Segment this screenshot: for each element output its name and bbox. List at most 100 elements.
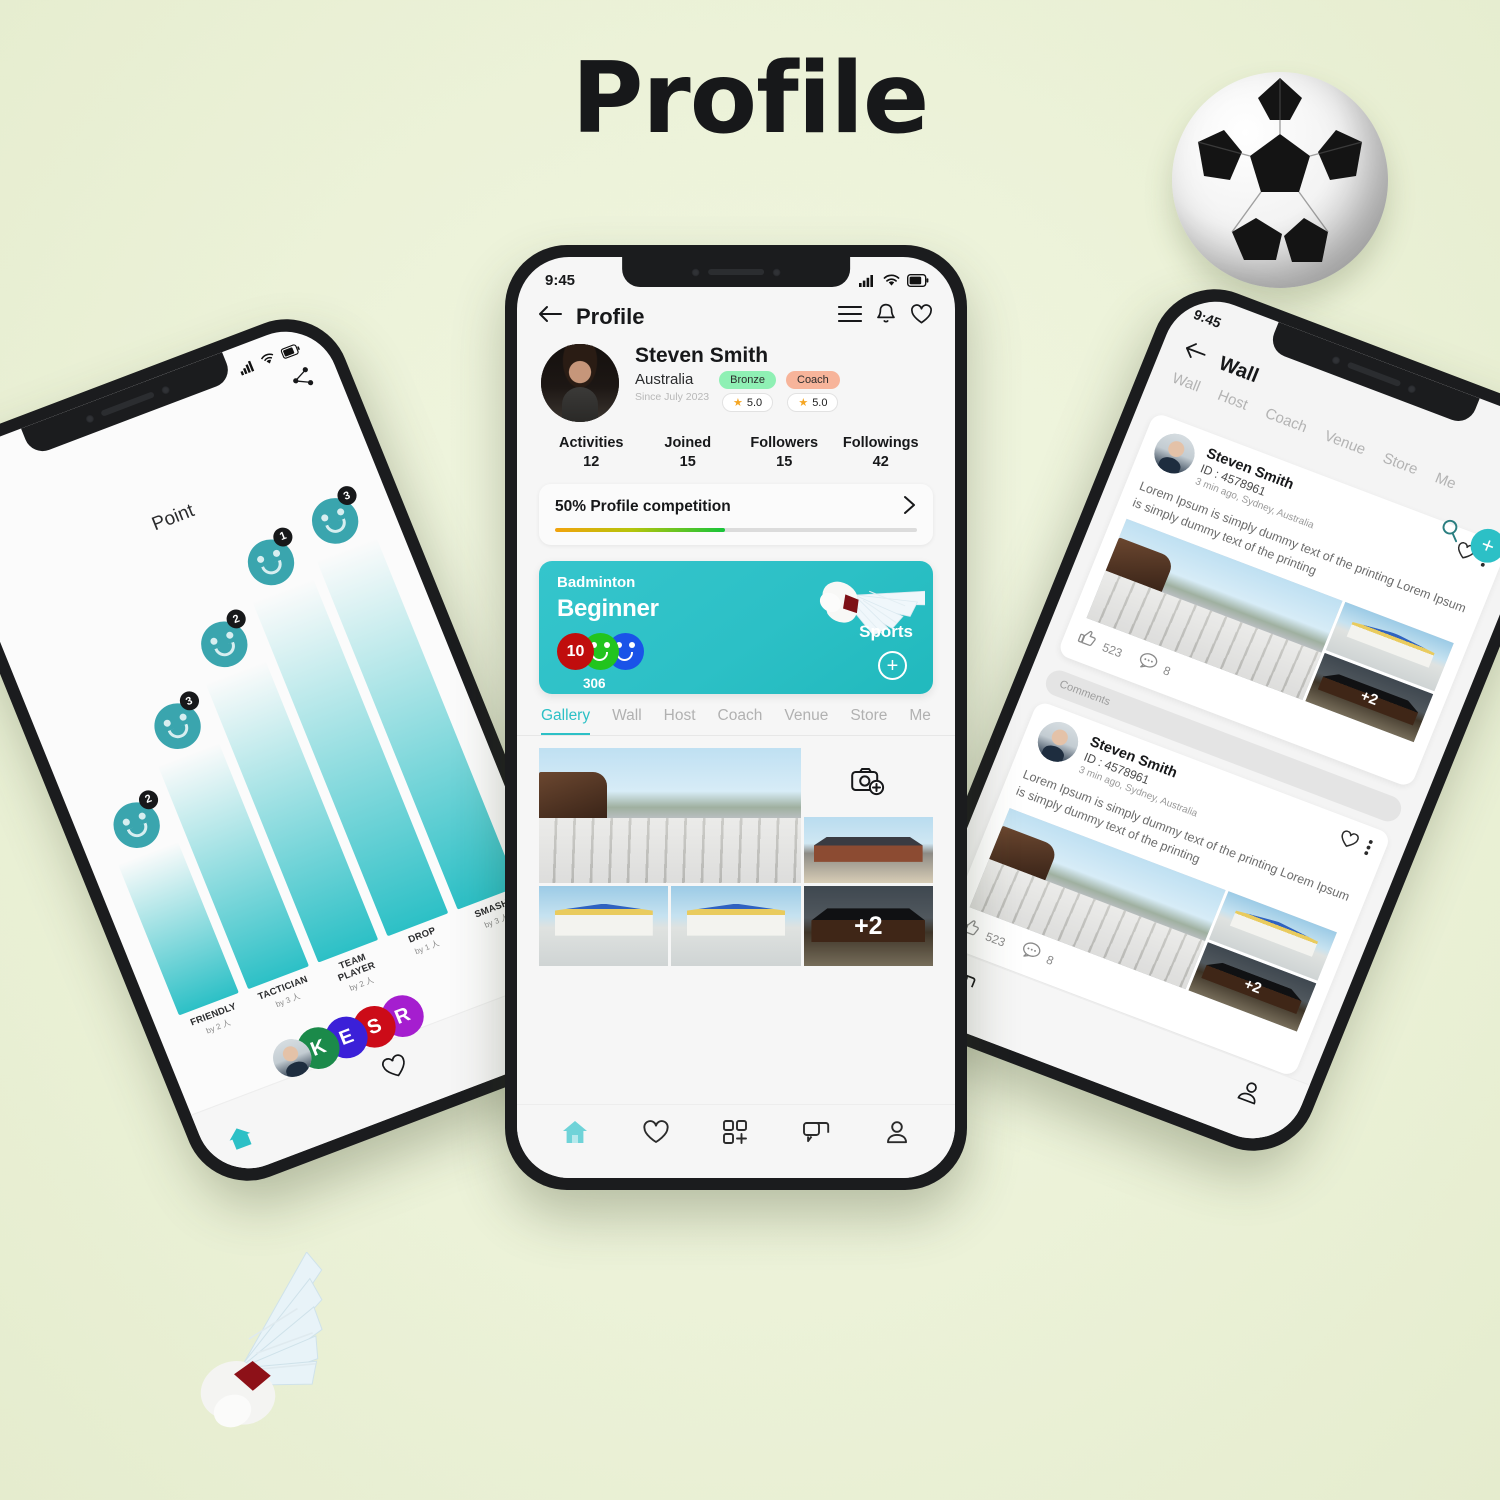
right-tab-me[interactable]: Me [1433,470,1459,493]
stat-item[interactable]: Activities 12 [543,435,640,470]
stat-label: Joined [664,435,712,451]
chart-value-label: 1 [270,524,296,549]
soccer-ball-decoration [1172,72,1388,288]
comment-count: 8 [1161,663,1173,679]
camera-icon [772,267,781,277]
progress-label: 50% Profile competition [555,498,731,515]
nav-heart-icon[interactable] [642,1119,670,1150]
profile-country: Australia [635,371,694,389]
right-tab-store[interactable]: Store [1380,450,1420,478]
person-icon[interactable] [1231,1076,1266,1112]
tab-host[interactable]: Host [664,707,696,735]
smiley-count-badge: 10 [557,633,594,670]
right-tab-coach[interactable]: Coach [1263,405,1310,436]
speaker-icon [708,269,764,275]
tab-store[interactable]: Store [850,707,887,735]
chart-value-label: 3 [334,483,360,508]
stat-value: 12 [583,454,600,470]
heart-icon[interactable] [378,1051,413,1087]
nav-grid-plus-icon[interactable] [722,1119,750,1150]
progress-header: 50% Profile competition [555,495,917,519]
gallery-photo-main[interactable] [539,748,801,883]
share-icon[interactable] [288,364,319,397]
coach-rating: ★ 5.0 [787,393,839,413]
phone-center-profile: 9:45 Profile Steven Smith Australia Sinc… [505,245,967,1190]
sports-label: Sports [859,622,913,641]
progress-fill [555,528,726,532]
bottom-navigation [517,1104,955,1178]
avatar[interactable] [1031,716,1085,768]
chart-smiley-icon: 1 [241,524,302,592]
avatar[interactable] [541,344,619,422]
progress-track [555,528,917,532]
appbar-icons [837,303,933,330]
gallery-more-photos[interactable]: +2 [803,886,933,966]
tab-me[interactable]: Me [909,707,931,735]
star-icon: ★ [798,397,809,410]
gallery-photo[interactable] [539,886,669,966]
photo-gallery: +2 [539,748,933,966]
add-sport-button[interactable]: + [878,651,907,680]
stat-item[interactable]: Followers 15 [736,435,833,470]
wifi-icon [883,273,900,286]
camera-add-icon [851,768,885,796]
stat-label: Followers [750,435,819,451]
bell-icon[interactable] [876,303,896,330]
stat-item[interactable]: Joined 15 [640,435,737,470]
coach-badge-group: Coach ★ 5.0 [786,371,840,413]
tab-wall[interactable]: Wall [612,707,642,735]
chart-value-label: 3 [176,688,202,714]
profile-name: Steven Smith [635,344,769,367]
chart-value-label: 2 [136,787,162,812]
comment-icon[interactable] [1018,939,1044,966]
status-badge-coach[interactable]: Coach [786,371,840,390]
nav-home-icon[interactable] [561,1119,589,1150]
tab-coach[interactable]: Coach [718,707,763,735]
right-tab-host[interactable]: Host [1215,387,1250,414]
stat-value: 15 [679,454,696,470]
battery-icon [907,273,929,287]
tab-gallery[interactable]: Gallery [541,707,591,735]
heart-icon[interactable] [910,303,933,330]
profile-tabs: Gallery Wall Host Coach Venue Store Me [517,694,955,736]
profile-stats: Activities 12 Joined 15 Followers 15 Following… [517,422,955,480]
camera-icon [691,267,700,277]
nav-person-icon[interactable] [883,1119,911,1150]
chevron-right-icon[interactable] [902,495,917,519]
status-time: 9:45 [545,271,576,289]
gallery-photo[interactable] [671,886,801,966]
notch [622,257,850,287]
sport-level-card[interactable]: Badminton Beginner 10 306 Sports + [539,561,933,694]
right-screen: 9:45 Wall Wall Host Coach Venue Store Me + St… [895,286,1500,1154]
status-icons [859,273,929,287]
chart-value-label: 2 [223,606,249,632]
profile-since: Since July 2023 [635,391,710,404]
bronze-rating-value: 5.0 [746,396,763,409]
more-options-icon[interactable] [1361,839,1374,861]
avatar[interactable] [1148,427,1201,480]
signal-icon [859,274,873,287]
stat-label: Followings [842,435,919,451]
gallery-more-label: +2 [803,886,933,966]
comment-icon[interactable] [1134,650,1160,677]
chart-smiley-icon: 2 [106,787,167,855]
profile-completion-card[interactable]: 50% Profile competition [539,484,933,545]
camera-icon [1329,354,1342,366]
stat-item[interactable]: Followings 42 [833,435,930,470]
heart-icon[interactable] [1335,829,1361,856]
right-tab-wall[interactable]: Wall [1170,370,1203,396]
tab-venue[interactable]: Venue [784,707,828,735]
add-photo-button[interactable] [803,748,933,814]
bronze-badge-group: Bronze ★ 5.0 [719,371,776,413]
like-icon[interactable] [1074,627,1099,654]
phone-right-wall: 9:45 Wall Wall Host Coach Venue Store Me + St… [879,271,1500,1169]
battery-icon [280,343,300,359]
nav-chat-icon[interactable] [802,1119,830,1150]
gallery-photo[interactable] [803,817,933,883]
like-count: 523 [1100,640,1125,661]
back-button[interactable] [537,304,564,329]
status-badge-bronze[interactable]: Bronze [719,371,776,390]
hamburger-menu-icon[interactable] [837,305,863,328]
right-tab-venue[interactable]: Venue [1322,427,1368,458]
chart-smiley-icon: 2 [194,606,255,674]
